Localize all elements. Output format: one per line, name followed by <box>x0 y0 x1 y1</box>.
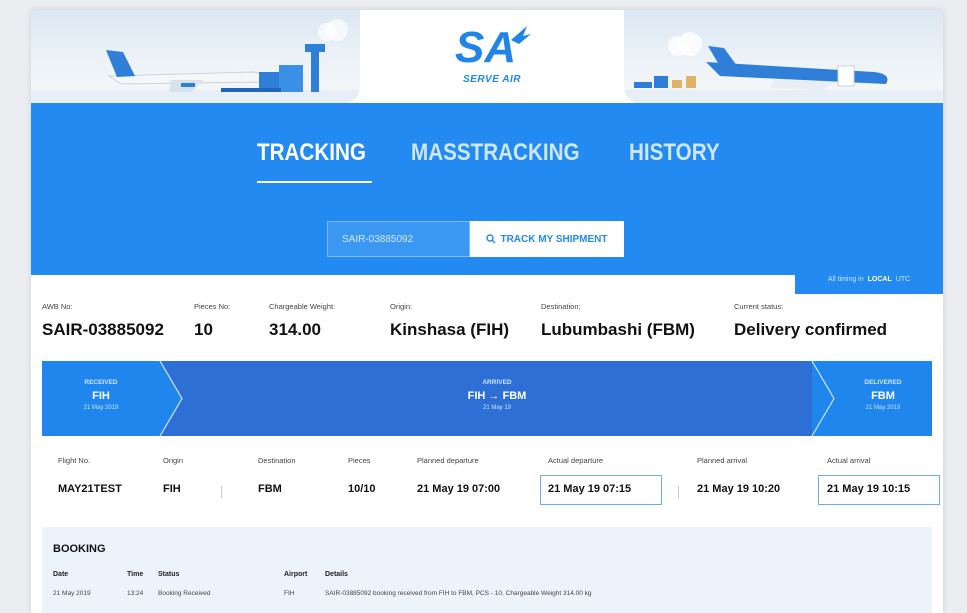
banner-left-illustration <box>31 10 360 103</box>
step-place: FIH <box>92 390 110 402</box>
booking-details: SAIR-03885092 booking received from FIH … <box>325 590 592 597</box>
step-status: ARRIVED <box>482 379 512 386</box>
booking-section: BOOKING Date Time Status Airport Details… <box>42 527 932 613</box>
booking-header: Status <box>158 571 180 578</box>
flight-header: Planned arrival <box>697 456 748 465</box>
divider <box>678 486 679 498</box>
tab-bar: TRACKING MASSTRACKING HISTORY <box>31 139 943 179</box>
track-shipment-button[interactable]: TRACK MY SHIPMENT <box>470 221 624 257</box>
flight-pieces: 10/10 <box>348 483 376 495</box>
flight-header: Destination <box>258 456 296 465</box>
tracking-navigation: TRACKING MASSTRACKING HISTORY TRACK MY S… <box>31 103 943 275</box>
track-shipment-label: TRACK MY SHIPMENT <box>500 233 608 245</box>
tab-masstracking[interactable]: MASSTRACKING <box>411 139 580 167</box>
weight-value: 314.00 <box>269 320 321 339</box>
timezone-local-option[interactable]: LOCAL <box>868 276 892 283</box>
flight-origin: FIH <box>163 483 181 495</box>
step-status: DELIVERED <box>864 379 902 386</box>
planned-departure: 21 May 19 07:00 <box>417 483 501 495</box>
booking-time: 13:24 <box>127 590 144 597</box>
step-date: 21 May 2019 <box>865 405 901 411</box>
timezone-toggle: All timing in LOCAL UTC <box>795 264 943 294</box>
step-date: 21 May 2019 <box>83 405 119 411</box>
destination-label: Destination: <box>541 302 581 311</box>
svg-text:SA: SA <box>455 23 516 70</box>
progress-step-arrived: ARRIVED FIH → FBM 21 May 19 <box>182 379 812 411</box>
flight-header: Actual arrival <box>827 456 871 465</box>
booking-header: Details <box>325 571 348 578</box>
booking-header: Time <box>127 571 144 578</box>
flight-header: Origin <box>163 456 184 465</box>
booking-status: Booking Received <box>158 590 211 597</box>
flight-header: Pieces <box>348 456 371 465</box>
booking-header: Airport <box>284 571 308 578</box>
step-place: FIH → FBM <box>467 390 527 402</box>
status-value: Delivery confirmed <box>734 320 888 339</box>
logo-mark-icon: SA <box>455 23 531 70</box>
pieces-value: 10 <box>194 320 213 339</box>
tracking-page: SA SERVE AIR TRACKING MASSTRACKING HISTO… <box>31 10 943 613</box>
flight-destination: FBM <box>258 483 282 495</box>
booking-date: 21 May 2019 <box>53 590 91 597</box>
flight-header: Actual departure <box>548 456 604 465</box>
origin-value: Kinshasa (FIH) <box>390 320 510 339</box>
logo-text: SERVE AIR <box>462 74 522 85</box>
banner-right-illustration <box>624 10 943 103</box>
divider <box>221 486 222 498</box>
destination-value: Lubumbashi (FBM) <box>541 320 695 339</box>
progress-step-delivered: DELIVERED FBM 21 May 2019 <box>834 379 932 411</box>
step-place: FBM <box>871 390 895 402</box>
flight-header: Planned departure <box>417 456 479 465</box>
search-icon <box>486 234 496 244</box>
timezone-label: All timing in <box>827 275 864 283</box>
progress-step-received: RECEIVED FIH 21 May 2019 <box>42 379 160 411</box>
origin-label: Origin: <box>390 302 413 311</box>
step-status: RECEIVED <box>84 379 118 386</box>
awb-search-input[interactable] <box>327 221 470 257</box>
flight-number: MAY21TEST <box>58 483 122 495</box>
planned-arrival: 21 May 19 10:20 <box>697 483 781 495</box>
pieces-label: Pieces No: <box>194 302 231 311</box>
actual-departure: 21 May 19 07:15 <box>548 483 632 495</box>
status-label: Current status: <box>734 302 784 311</box>
tab-tracking[interactable]: TRACKING <box>257 139 366 167</box>
active-tab-underline <box>257 181 372 183</box>
awb-label: AWB No: <box>42 302 73 311</box>
booking-title: BOOKING <box>53 543 106 555</box>
booking-header: Date <box>53 571 69 578</box>
serve-air-logo[interactable]: SA SERVE AIR <box>360 10 624 103</box>
tab-history[interactable]: HISTORY <box>629 139 720 167</box>
timezone-utc-option[interactable]: UTC <box>896 276 910 283</box>
booking-airport: FIH <box>284 590 295 597</box>
weight-label: Chargeable Weight: <box>269 302 336 311</box>
actual-arrival: 21 May 19 10:15 <box>827 483 911 495</box>
header: SA SERVE AIR <box>31 10 943 103</box>
flight-header: Flight No. <box>58 456 91 465</box>
awb-value: SAIR-03885092 <box>42 320 164 339</box>
step-date: 21 May 19 <box>482 405 512 411</box>
shipment-progress: RECEIVED FIH 21 May 2019 ARRIVED FIH → F… <box>42 361 932 436</box>
